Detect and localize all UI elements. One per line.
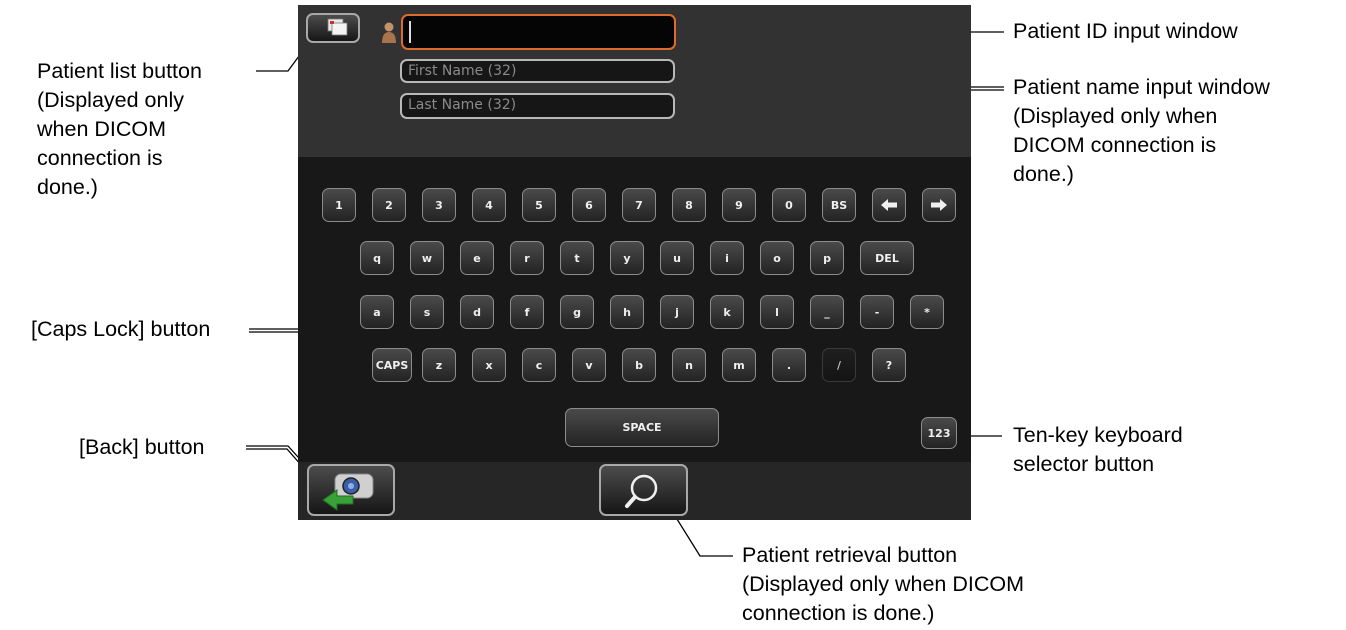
patient-list-icon [327, 18, 348, 36]
key[interactable]: e [460, 241, 494, 275]
patient-id-input[interactable] [401, 14, 676, 50]
key[interactable]: x [472, 348, 506, 382]
key[interactable]: 8 [672, 188, 706, 222]
annotation-line: [Caps Lock] button [31, 317, 211, 341]
ten-key-selector-button[interactable]: 123 [921, 417, 957, 449]
key[interactable]: s [410, 295, 444, 329]
key[interactable]: c [522, 348, 556, 382]
space-key[interactable]: SPACE [565, 408, 719, 447]
annotation-line: Patient name input window [1013, 75, 1270, 99]
annotation-line: Ten-key keyboard [1013, 423, 1183, 447]
text-cursor [409, 21, 411, 43]
right-arrow-key[interactable] [922, 188, 956, 222]
key[interactable]: * [910, 295, 944, 329]
key[interactable]: - [860, 295, 894, 329]
patient-info-panel: First Name (32) Last Name (32) [298, 5, 971, 157]
key[interactable]: a [360, 295, 394, 329]
key[interactable]: 2 [372, 188, 406, 222]
annotation-line: DICOM connection is [1013, 133, 1217, 157]
key[interactable]: 3 [422, 188, 456, 222]
key[interactable]: o [760, 241, 794, 275]
key[interactable]: 7 [622, 188, 656, 222]
annotation-caps-lock: [Caps Lock] button [31, 315, 210, 344]
key[interactable]: 4 [472, 188, 506, 222]
caps-lock-key[interactable]: CAPS [372, 348, 412, 382]
key[interactable]: 5 [522, 188, 556, 222]
delete-key[interactable]: DEL [860, 241, 914, 275]
key[interactable]: j [660, 295, 694, 329]
annotation-line: Patient ID input window [1013, 19, 1238, 43]
person-icon [382, 22, 396, 43]
patient-retrieval-button[interactable] [599, 464, 688, 516]
right-arrow-icon [931, 199, 947, 211]
annotation-patient-list: Patient list button (Displayed only when… [37, 57, 202, 202]
key[interactable]: l [760, 295, 794, 329]
annotation-line: selector button [1013, 452, 1155, 476]
key[interactable]: b [622, 348, 656, 382]
key[interactable]: 6 [572, 188, 606, 222]
key[interactable]: p [810, 241, 844, 275]
annotation-line: done.) [1013, 162, 1074, 186]
key[interactable]: z [422, 348, 456, 382]
patient-list-button[interactable] [306, 13, 360, 43]
key[interactable]: k [710, 295, 744, 329]
annotation-patient-name: Patient name input window (Displayed onl… [1013, 73, 1270, 189]
annotation-line: done.) [37, 175, 98, 199]
key[interactable]: u [660, 241, 694, 275]
first-name-placeholder: First Name (32) [408, 63, 517, 79]
last-name-input[interactable]: Last Name (32) [400, 93, 675, 119]
last-name-placeholder: Last Name (32) [408, 97, 517, 113]
key[interactable]: r [510, 241, 544, 275]
key[interactable]: _ [810, 295, 844, 329]
key[interactable]: t [560, 241, 594, 275]
annotation-line: connection is done.) [742, 601, 935, 625]
key[interactable]: y [610, 241, 644, 275]
annotation-line: [Back] button [79, 435, 205, 459]
key[interactable]: h [610, 295, 644, 329]
annotation-line: (Displayed only [37, 88, 184, 112]
key[interactable]: ? [872, 348, 906, 382]
annotation-patient-retrieval: Patient retrieval button (Displayed only… [742, 541, 1024, 628]
key[interactable]: 9 [722, 188, 756, 222]
key[interactable]: 0 [772, 188, 806, 222]
annotation-ten-key: Ten-key keyboard selector button [1013, 421, 1183, 479]
key[interactable]: d [460, 295, 494, 329]
key[interactable]: n [672, 348, 706, 382]
back-button[interactable] [307, 464, 395, 516]
annotation-line: when DICOM [37, 117, 167, 141]
key[interactable]: g [560, 295, 594, 329]
annotation-line: (Displayed only when DICOM [742, 572, 1024, 596]
left-arrow-key[interactable] [872, 188, 906, 222]
key[interactable]: . [772, 348, 806, 382]
backspace-key[interactable]: BS [822, 188, 856, 222]
device-screen: First Name (32) Last Name (32) 1 2 3 4 5… [298, 5, 971, 520]
key[interactable]: / [822, 348, 856, 382]
annotation-patient-id: Patient ID input window [1013, 17, 1238, 46]
annotation-line: (Displayed only when [1013, 104, 1218, 128]
key[interactable]: w [410, 241, 444, 275]
key[interactable]: m [722, 348, 756, 382]
back-camera-icon [322, 473, 374, 511]
annotation-back: [Back] button [79, 433, 205, 462]
key[interactable]: q [360, 241, 394, 275]
keyboard-area: 1 2 3 4 5 6 7 8 9 0 BS q w e r t y u i o… [298, 157, 971, 462]
left-arrow-icon [881, 199, 897, 211]
key[interactable]: i [710, 241, 744, 275]
annotation-line: connection is [37, 146, 163, 170]
key[interactable]: v [572, 348, 606, 382]
key[interactable]: 1 [322, 188, 356, 222]
annotation-line: Patient list button [37, 59, 202, 83]
search-icon [625, 474, 658, 508]
key[interactable]: f [510, 295, 544, 329]
annotation-line: Patient retrieval button [742, 543, 958, 567]
first-name-input[interactable]: First Name (32) [400, 59, 675, 83]
